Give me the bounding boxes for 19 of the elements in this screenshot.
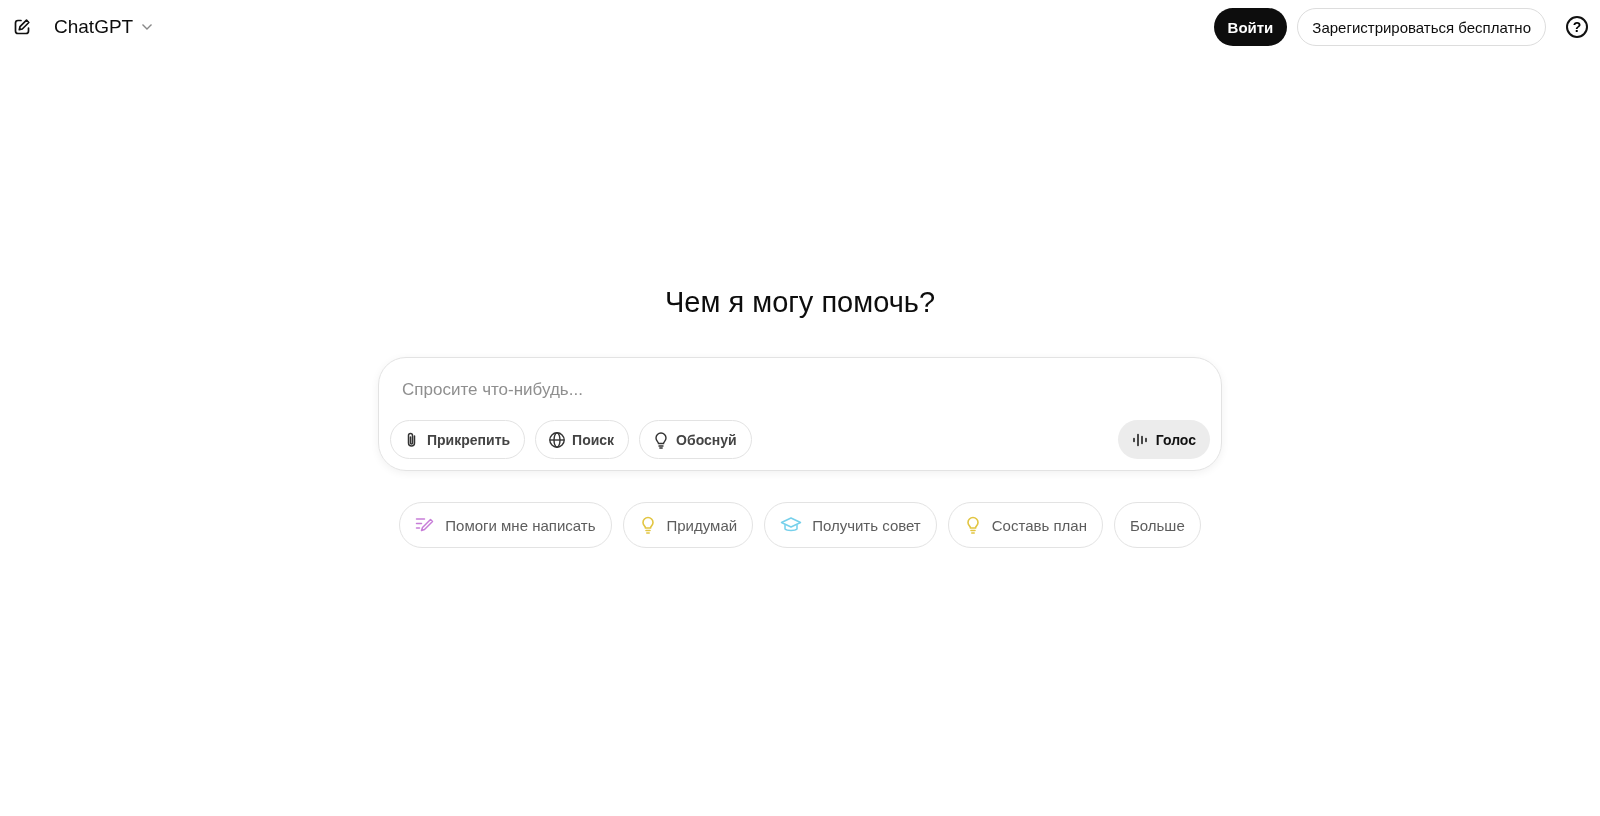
suggestion-chip[interactable]: Больше [1113, 502, 1201, 548]
signup-button[interactable]: Зарегистрироваться бесплатно [1297, 8, 1546, 46]
login-button[interactable]: Войти [1213, 8, 1288, 46]
tool-button[interactable]: Поиск [535, 420, 630, 459]
waveform-icon [1131, 432, 1148, 447]
suggestion-chip[interactable]: Получить совет [764, 502, 937, 548]
heading: Чем я могу помочь? [665, 286, 935, 319]
voice-button[interactable]: Голос [1117, 420, 1210, 459]
tool-button[interactable]: Обоснуй [639, 420, 752, 459]
new-chat-icon[interactable] [12, 17, 32, 37]
model-selector[interactable]: ChatGPT [54, 12, 154, 42]
globe-icon [548, 430, 567, 449]
suggestion-chip[interactable]: Придумай [622, 502, 754, 548]
tool-button[interactable]: Прикрепить [390, 420, 526, 459]
chevron-down-icon [141, 23, 154, 31]
suggestion-chip[interactable]: Помоги мне написать [399, 502, 612, 548]
suggestion-chip[interactable]: Составь план [947, 502, 1103, 548]
help-button[interactable]: ? [1566, 16, 1588, 38]
prompt-field[interactable]: Спросите что-нибудь... Прикрепить Поиск Обоснуй Голос [378, 357, 1222, 471]
